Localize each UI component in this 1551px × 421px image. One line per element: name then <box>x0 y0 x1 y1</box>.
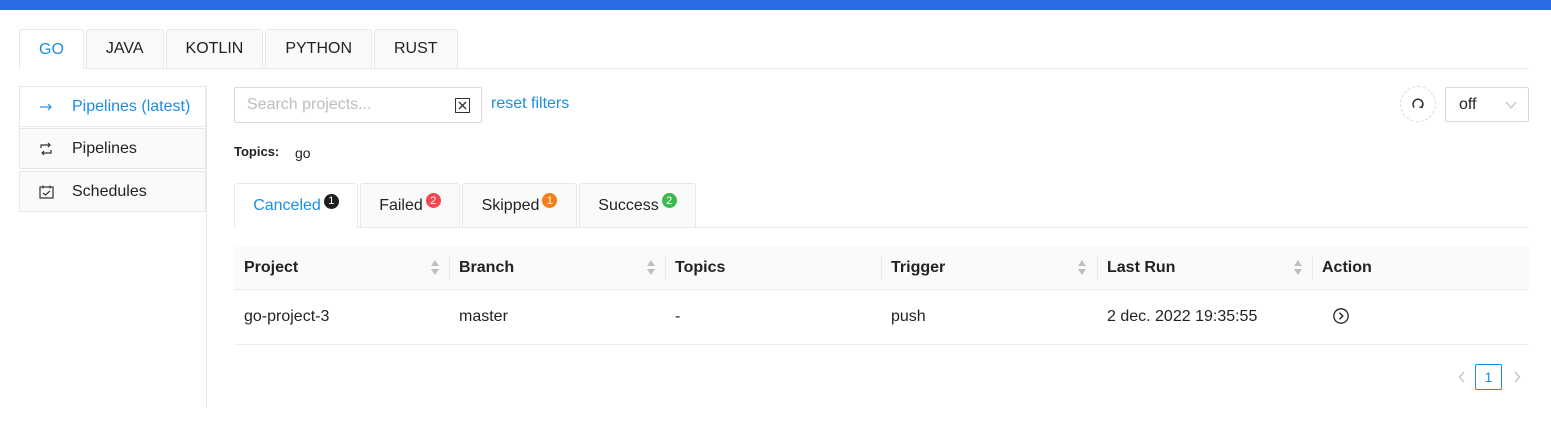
chevron-down-icon <box>1505 98 1517 116</box>
sidebar: Pipelines (latest) Pipelines Schedules <box>19 86 207 408</box>
column-header-branch: Branch <box>459 259 515 276</box>
language-tabs: GO JAVA KOTLIN PYTHON RUST <box>19 29 460 69</box>
refresh-icon <box>1412 98 1424 109</box>
tab-success[interactable]: Success 2 <box>579 183 696 227</box>
cell-project: go-project-3 <box>244 308 330 325</box>
clear-icon[interactable] <box>455 98 470 113</box>
page-number-button[interactable]: 1 <box>1475 364 1502 390</box>
reset-filters-link[interactable]: reset filters <box>491 95 569 113</box>
sort-icon[interactable] <box>1077 260 1087 276</box>
column-header-project: Project <box>244 259 299 276</box>
tab-rust[interactable]: RUST <box>374 29 458 68</box>
sort-icon[interactable] <box>430 260 440 276</box>
repeat-icon <box>38 141 54 157</box>
count-badge: 1 <box>542 193 558 208</box>
tab-canceled[interactable]: Canceled 1 <box>234 183 358 228</box>
tab-skipped[interactable]: Skipped 1 <box>462 183 577 227</box>
sidebar-item-label: Pipelines <box>72 139 137 157</box>
count-badge: 2 <box>425 193 441 208</box>
cell-trigger: push <box>891 308 926 325</box>
column-header-last-run: Last Run <box>1107 259 1176 276</box>
run-pipeline-button[interactable] <box>1332 307 1350 325</box>
sidebar-item-label: Pipelines (latest) <box>72 97 191 115</box>
sort-icon[interactable] <box>1293 260 1303 276</box>
tab-label: Failed <box>379 196 423 214</box>
column-header-trigger: Trigger <box>891 259 946 276</box>
topics-value: go <box>295 145 311 161</box>
tab-label: Skipped <box>481 196 540 214</box>
search-box <box>234 87 482 123</box>
sort-icon[interactable] <box>646 260 656 276</box>
column-header-action: Action <box>1322 259 1372 276</box>
tab-label: Canceled <box>253 197 321 214</box>
tab-python[interactable]: PYTHON <box>265 29 372 68</box>
chevron-left-icon <box>1458 371 1465 383</box>
table-row: go-project-3 master - push 2 dec. 2022 1… <box>234 290 1529 345</box>
tab-label: Success <box>598 196 659 214</box>
sidebar-item-schedules[interactable]: Schedules <box>19 171 206 212</box>
tab-kotlin[interactable]: KOTLIN <box>165 29 264 68</box>
table-header: Project Branch Topics Trigger Last Run A… <box>234 246 1529 290</box>
topics-label: Topics: <box>234 144 280 159</box>
count-badge: 2 <box>661 193 677 208</box>
arrow-right-icon <box>38 99 54 115</box>
tab-failed[interactable]: Failed 2 <box>360 183 460 227</box>
schedule-icon <box>38 184 54 200</box>
status-tabs-divider <box>234 227 1529 228</box>
sidebar-item-pipelines-latest[interactable]: Pipelines (latest) <box>19 86 206 127</box>
count-badge: 1 <box>323 193 339 209</box>
cell-branch: master <box>459 308 508 325</box>
auto-refresh-value: off <box>1459 96 1477 113</box>
sidebar-item-label: Schedules <box>72 182 147 200</box>
prev-page-button[interactable] <box>1450 365 1474 389</box>
tab-java[interactable]: JAVA <box>85 29 164 68</box>
tab-go[interactable]: GO <box>19 29 84 69</box>
next-page-button[interactable] <box>1505 365 1529 389</box>
search-input[interactable] <box>235 88 445 122</box>
sidebar-item-pipelines[interactable]: Pipelines <box>19 128 206 169</box>
top-accent-bar <box>0 0 1551 10</box>
refresh-button[interactable] <box>1400 86 1436 122</box>
column-header-topics: Topics <box>675 259 726 276</box>
cell-topics: - <box>675 308 681 325</box>
chevron-right-icon <box>1514 371 1521 383</box>
cell-last-run: 2 dec. 2022 19:35:55 <box>1107 308 1258 325</box>
auto-refresh-select[interactable]: off <box>1445 87 1529 122</box>
play-circle-icon <box>1333 308 1349 324</box>
